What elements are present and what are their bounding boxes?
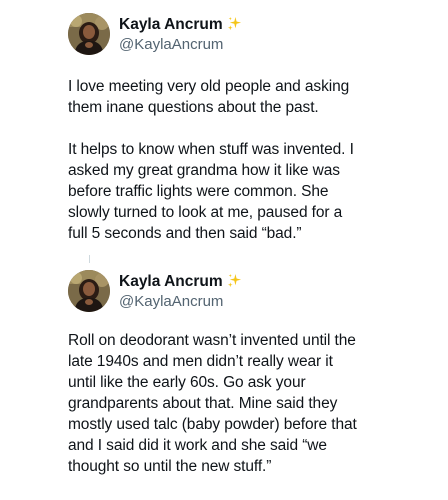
handle[interactable]: @KaylaAncrum <box>119 35 242 54</box>
avatar-image <box>68 13 110 55</box>
handle[interactable]: @KaylaAncrum <box>119 292 242 311</box>
tweet-paragraph: Roll on deodorant wasn’t invented until … <box>68 332 357 475</box>
avatar[interactable] <box>68 270 110 312</box>
avatar[interactable] <box>68 13 110 55</box>
sparkles-icon <box>227 16 242 31</box>
author-info: Kayla Ancrum @KaylaAncrum <box>119 15 242 54</box>
display-name[interactable]: Kayla Ancrum <box>119 15 223 34</box>
tweet-text: I love meeting very old people and askin… <box>68 76 440 244</box>
tweet-paragraph: I love meeting very old people and askin… <box>68 78 350 116</box>
sparkles-icon <box>227 273 242 288</box>
author-info: Kayla Ancrum @KaylaAncrum <box>119 272 242 311</box>
thread-connector-line <box>89 255 90 263</box>
tweet-paragraph: It helps to know when stuff was invented… <box>68 141 354 242</box>
avatar-image <box>68 270 110 312</box>
tweet-text: Roll on deodorant wasn’t invented until … <box>68 330 440 477</box>
display-name[interactable]: Kayla Ancrum <box>119 272 223 291</box>
